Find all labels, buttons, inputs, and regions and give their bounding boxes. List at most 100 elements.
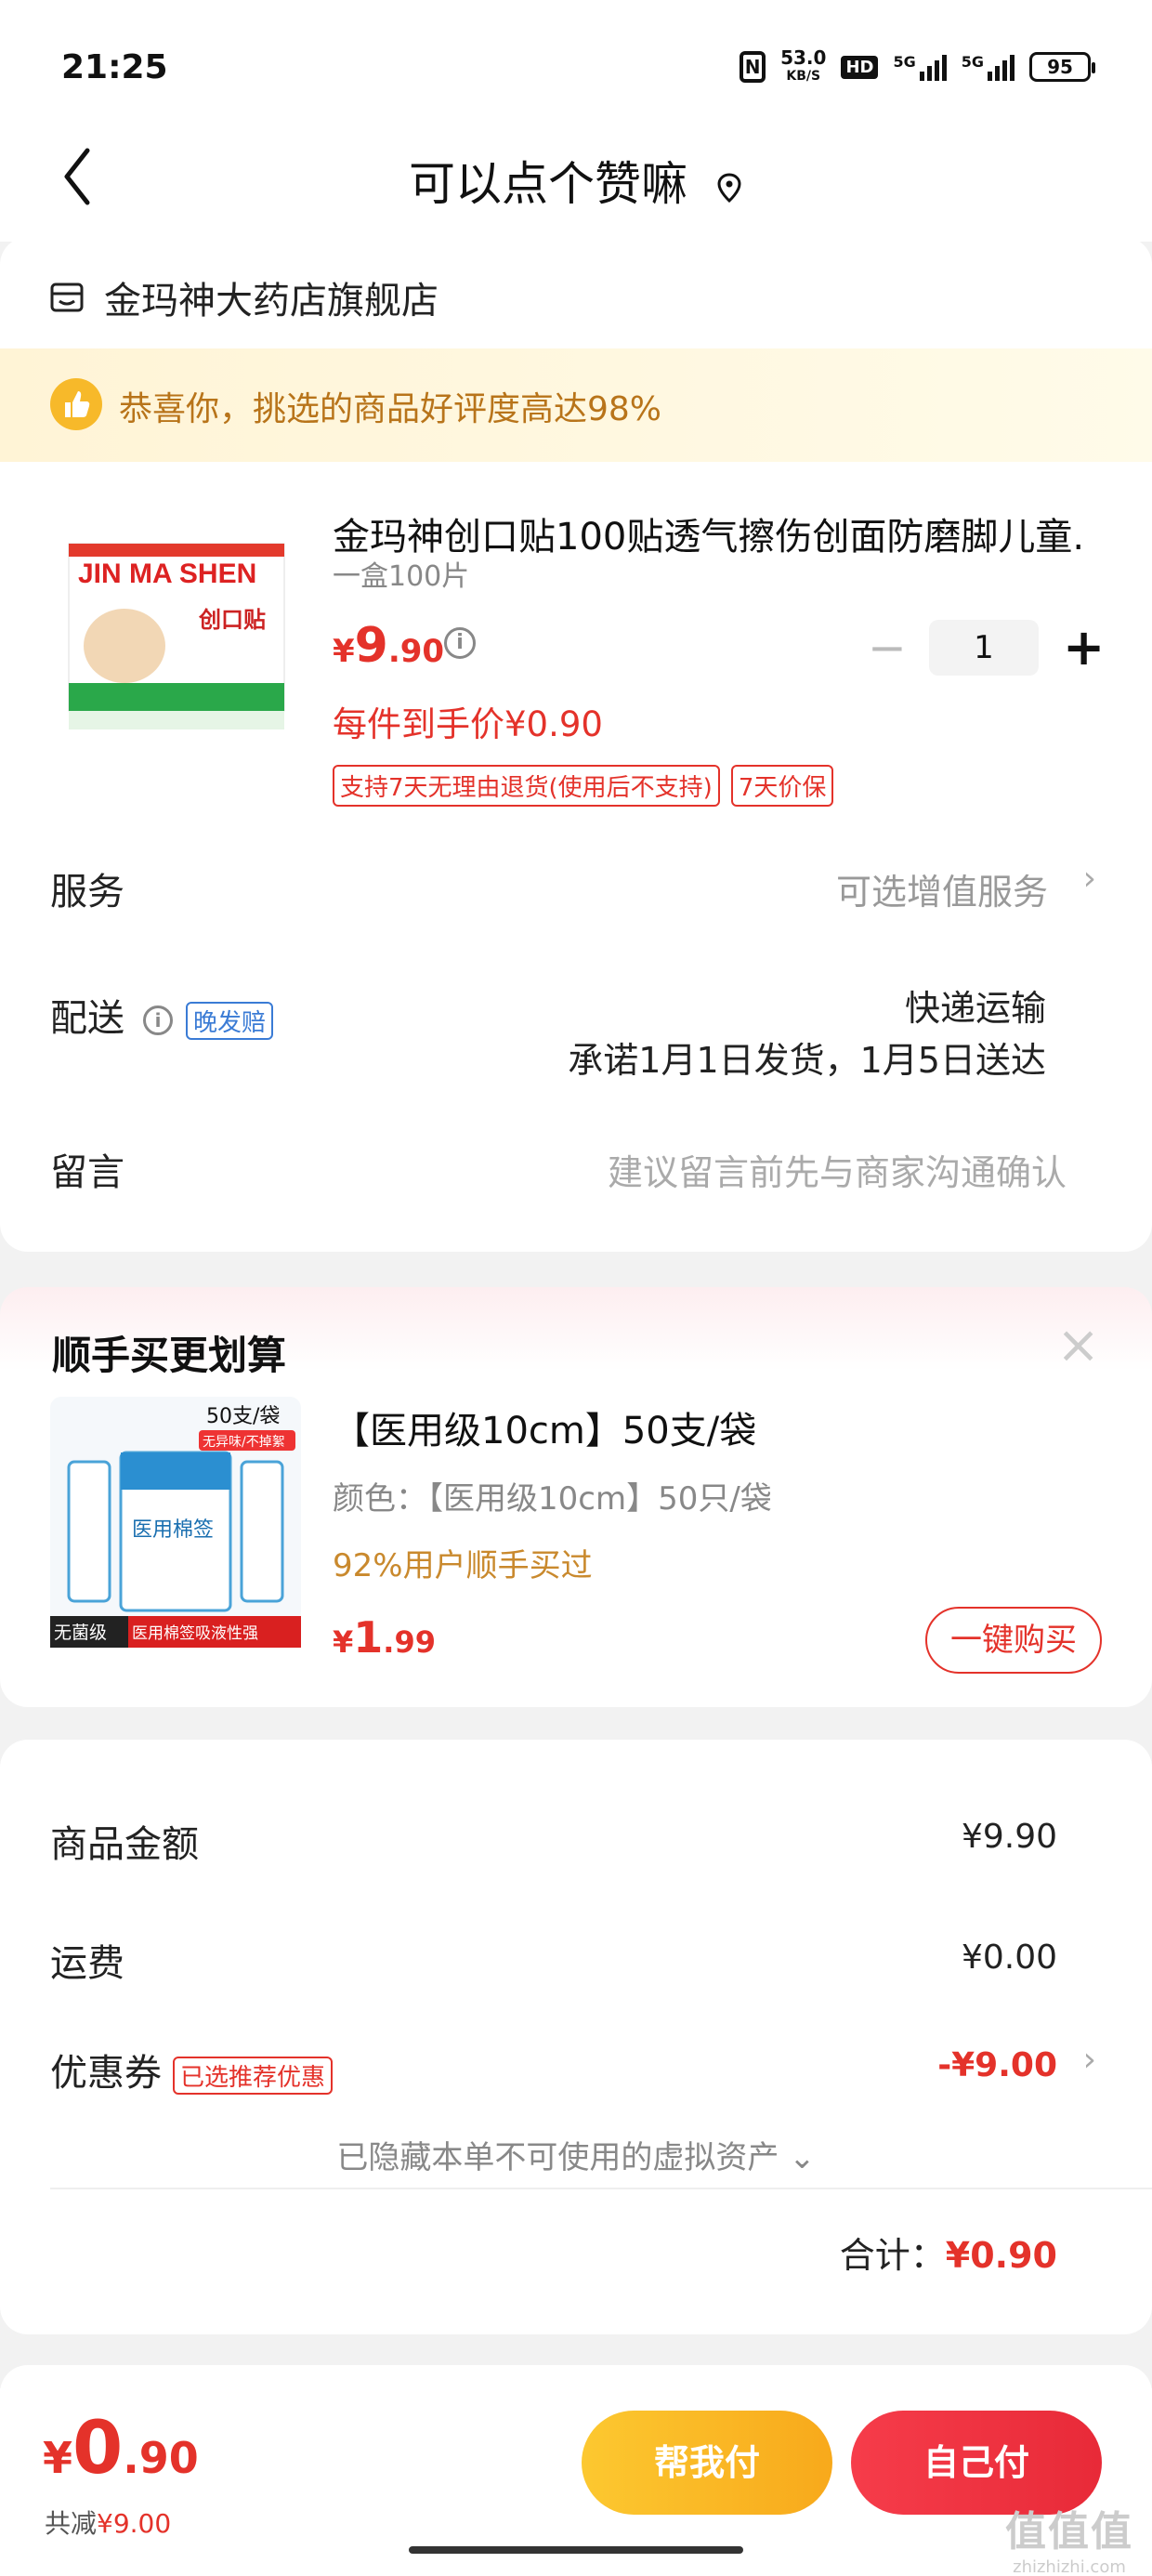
help-me-pay-button[interactable]: 帮我付 bbox=[582, 2411, 832, 2515]
one-click-buy-button[interactable]: 一键购买 bbox=[925, 1607, 1102, 1674]
order-card: 金玛神大药店旗舰店 恭喜你，挑选的商品好评度高达98% JIN MA SHEN … bbox=[0, 237, 1152, 1252]
total-value: ¥0.90 bbox=[945, 2235, 1057, 2276]
quantity-input[interactable]: 1 bbox=[929, 619, 1039, 676]
upsell-image-sub: 无异味/不掉絮 bbox=[203, 1434, 285, 1450]
coupon-value[interactable]: -¥9.00 bbox=[937, 2046, 1057, 2084]
location-pin-icon[interactable] bbox=[715, 161, 743, 215]
shipping-label: 运费 bbox=[50, 1942, 124, 1985]
coupon-row[interactable]: 优惠券 已选推荐优惠 bbox=[50, 2043, 1059, 2096]
chevron-down-icon: ⌄ bbox=[789, 2139, 816, 2176]
nfc-icon: N bbox=[740, 51, 766, 83]
home-indicator[interactable] bbox=[409, 2546, 743, 2554]
signal-1-icon: 5G bbox=[893, 53, 947, 81]
tag-return-policy: 支持7天无理由退货(使用后不支持) bbox=[333, 765, 720, 807]
upsell-price-currency: ¥ bbox=[333, 1624, 354, 1660]
product-price-int: 9 bbox=[354, 618, 388, 674]
divider bbox=[50, 2188, 1152, 2189]
nav-bar: 可以点个赞嘛 bbox=[0, 130, 1152, 242]
battery-icon: 95 bbox=[1029, 52, 1095, 82]
hidden-assets-toggle[interactable]: 已隐藏本单不可使用的虚拟资产 ⌄ bbox=[0, 2132, 1152, 2177]
signal-2-icon: 5G bbox=[962, 53, 1015, 81]
hd-icon: HD bbox=[841, 55, 879, 79]
decrease-button[interactable]: − bbox=[868, 621, 907, 675]
product-price-currency: ¥ bbox=[333, 633, 355, 670]
upsell-price: ¥1.99 bbox=[333, 1612, 436, 1663]
upsell-title[interactable]: 【医用级10cm】50支/袋 bbox=[333, 1400, 756, 1454]
pay-price-dec: .90 bbox=[123, 2433, 199, 2483]
delivery-info-icon[interactable]: i bbox=[143, 1005, 173, 1035]
delivery-label: 配送 bbox=[50, 997, 124, 1040]
svg-text:JIN MA SHEN: JIN MA SHEN bbox=[78, 559, 256, 589]
hidden-assets-text: 已隐藏本单不可使用的虚拟资产 bbox=[336, 2139, 779, 2176]
status-bar: 21:25 N 53.0 KB/S HD 5G 5G 95 bbox=[0, 0, 1152, 130]
total-row: 合计：¥0.90 bbox=[840, 2227, 1057, 2278]
coupon-label: 优惠券 bbox=[50, 2052, 162, 2095]
upsell-price-dec: .99 bbox=[383, 1624, 436, 1660]
saved-label: 共减 bbox=[45, 2508, 98, 2539]
chevron-right-icon[interactable]: › bbox=[1083, 860, 1096, 898]
delivery-promise: 承诺1月1日发货，1月5日送达 bbox=[568, 1040, 1046, 1081]
coupon-tag: 已选推荐优惠 bbox=[173, 2056, 334, 2095]
status-icons: N 53.0 KB/S HD 5G 5G 95 bbox=[740, 48, 1095, 85]
shop-header[interactable]: 金玛神大药店旗舰店 bbox=[48, 270, 439, 324]
rating-banner: 恭喜你，挑选的商品好评度高达98% bbox=[0, 348, 1152, 462]
shop-name: 金玛神大药店旗舰店 bbox=[104, 280, 439, 322]
product-image-cn: 创口贴 bbox=[198, 607, 266, 633]
upsell-image-count: 50支/袋 bbox=[206, 1405, 280, 1428]
upsell-heading: 顺手买更划算 bbox=[52, 1333, 287, 1378]
product-image[interactable]: JIN MA SHEN 创口贴 bbox=[59, 506, 294, 750]
saved-amount: 共减¥9.00 bbox=[45, 2504, 171, 2541]
chevron-right-icon[interactable]: › bbox=[1083, 2041, 1096, 2079]
thumbs-up-icon bbox=[50, 378, 102, 430]
product-spec: 一盒100片 bbox=[333, 560, 470, 593]
upsell-image-bottom-right: 医用棉签吸液性强 bbox=[132, 1624, 258, 1643]
goods-amount-label: 商品金额 bbox=[50, 1823, 199, 1866]
signal-2-label: 5G bbox=[961, 53, 984, 71]
total-label: 合计： bbox=[839, 2235, 946, 2276]
tag-price-protect: 7天价保 bbox=[730, 765, 834, 807]
shop-icon bbox=[50, 283, 84, 312]
unit-price: 每件到手价¥0.90 bbox=[333, 704, 603, 744]
goods-amount-value: ¥9.90 bbox=[961, 1818, 1057, 1856]
watermark-url: zhizhizhi.com bbox=[1013, 2557, 1126, 2576]
product-price-dec: .90 bbox=[387, 633, 445, 670]
net-speed-value: 53.0 bbox=[780, 46, 827, 69]
late-compensation-tag: 晚发赔 bbox=[186, 1001, 274, 1040]
message-input[interactable]: 建议留言前先与商家沟通确认 bbox=[608, 1144, 1067, 1195]
watermark: 值值值 zhizhizhi.com bbox=[1005, 2498, 1133, 2576]
shipping-value: ¥0.00 bbox=[961, 1939, 1057, 1977]
product-tags: 支持7天无理由退货(使用后不支持) 7天价保 bbox=[333, 765, 834, 807]
upsell-spec: 颜色：【医用级10cm】50只/袋 bbox=[333, 1480, 772, 1518]
watermark-text: 值值值 bbox=[1005, 2508, 1133, 2556]
upsell-price-int: 1 bbox=[353, 1612, 384, 1663]
quantity-stepper: − 1 + bbox=[868, 618, 1105, 677]
pay-price-currency: ¥ bbox=[43, 2433, 73, 2483]
net-speed-unit: KB/S bbox=[786, 69, 821, 84]
increase-button[interactable]: + bbox=[1063, 618, 1105, 677]
net-speed: 53.0 KB/S bbox=[780, 48, 826, 85]
upsell-image-name: 医用棉签 bbox=[132, 1518, 214, 1542]
page-title: 可以点个赞嘛 bbox=[0, 147, 1152, 215]
upsell-product-image[interactable]: 50支/袋 无异味/不掉絮 医用棉签 无菌级 医用棉签吸液性强 bbox=[50, 1397, 301, 1648]
delivery-method: 快递运输 bbox=[904, 988, 1046, 1029]
status-time: 21:25 bbox=[61, 48, 168, 86]
bottom-pay-bar: ¥0.90 共减¥9.00 帮我付 自己付 bbox=[0, 2388, 1152, 2576]
signal-1-label: 5G bbox=[893, 53, 916, 71]
saved-value: ¥9.00 bbox=[97, 2508, 172, 2539]
delivery-label-row: 配送 i 晚发赔 bbox=[50, 988, 274, 1042]
product-price: ¥9.90 bbox=[333, 618, 444, 674]
upsell-card: 顺手买更划算 × 50支/袋 无异味/不掉絮 医用棉签 无菌级 医用棉签吸液性强… bbox=[0, 1287, 1152, 1707]
upsell-popularity: 92%用户顺手买过 bbox=[333, 1547, 593, 1584]
pay-price: ¥0.90 bbox=[43, 2407, 199, 2491]
service-label: 服务 bbox=[50, 871, 124, 913]
page-title-text: 可以点个赞嘛 bbox=[409, 157, 688, 211]
pay-price-int: 0 bbox=[72, 2407, 124, 2491]
rating-banner-text: 恭喜你，挑选的商品好评度高达98% bbox=[119, 390, 662, 428]
message-label: 留言 bbox=[50, 1151, 124, 1194]
service-value[interactable]: 可选增值服务 bbox=[836, 863, 1048, 914]
price-info-icon[interactable]: i bbox=[444, 627, 476, 659]
upsell-image-bottom-left: 无菌级 bbox=[54, 1623, 107, 1643]
summary-card: 商品金额 ¥9.90 运费 ¥0.00 优惠券 已选推荐优惠 -¥9.00 › 已… bbox=[0, 1740, 1152, 2334]
delivery-info[interactable]: 快递运输 承诺1月1日发货，1月5日送达 bbox=[568, 982, 1046, 1086]
close-icon[interactable]: × bbox=[1056, 1315, 1100, 1375]
